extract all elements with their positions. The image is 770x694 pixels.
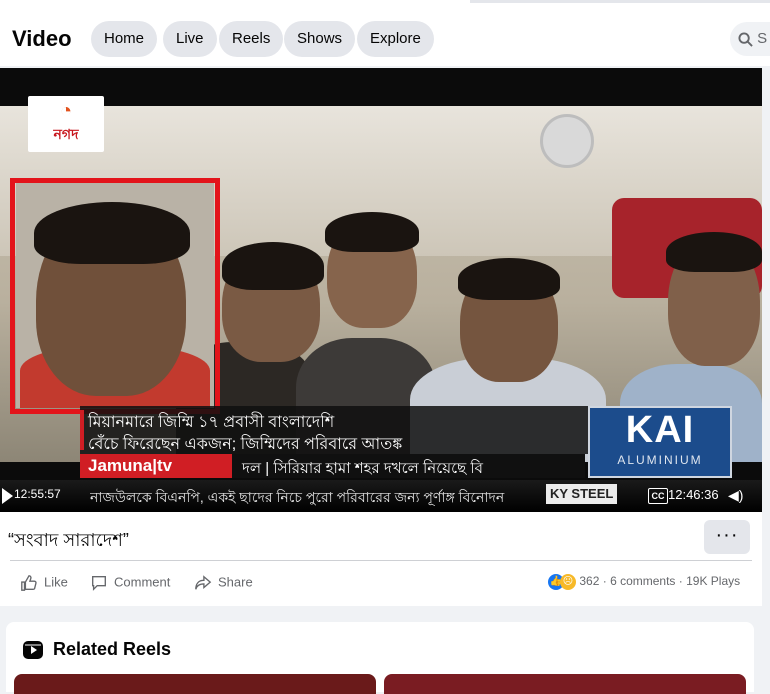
share-icon (195, 575, 212, 590)
divider (10, 560, 752, 561)
more-options-button[interactable]: ··· (704, 520, 750, 554)
sad-reaction-icon: ☹ (560, 574, 576, 590)
top-bar: Video Home Live Reels Shows Explore S (0, 0, 770, 66)
red-highlight-box (10, 178, 220, 414)
reel-thumbnail[interactable] (384, 674, 746, 694)
sponsor-logo: KAI ALUMINIUM (588, 406, 732, 478)
tab-live[interactable]: Live (163, 21, 217, 57)
logo-swirl-icon: ◔ (59, 100, 73, 122)
search-input[interactable]: S (730, 22, 770, 56)
related-reels-section: Related Reels (6, 622, 754, 694)
like-button[interactable]: Like (20, 574, 68, 592)
post-card: “সংবাদ সারাদেশ” ··· Like Comment Share 👍… (0, 512, 762, 606)
comment-count[interactable]: 6 comments (610, 574, 675, 588)
bottom-ticker: নাজউলকে বিএনপি, একই ছাদের নিচে পুরো পরিব… (90, 489, 505, 505)
stats-separator: · (602, 574, 611, 589)
reel-thumbnail[interactable] (14, 674, 376, 694)
ticker-text: দল | সিরিয়ার হামা শহর দখলে নিয়েছে বি (242, 460, 484, 477)
volume-icon[interactable]: ◀) (728, 487, 743, 504)
comment-label: Comment (114, 574, 171, 590)
video-controls: 12:55:57 নাজউলকে বিএনপি, একই ছাদের নিচে … (0, 480, 762, 512)
tab-explore[interactable]: Explore (357, 21, 434, 57)
sponsor-tagline: ALUMINIUM (617, 453, 703, 467)
tab-home[interactable]: Home (91, 21, 158, 57)
share-button[interactable]: Share (194, 574, 253, 592)
sponsor-name: KAI (625, 409, 695, 451)
search-label: S (757, 30, 768, 47)
tab-shows[interactable]: Shows (284, 21, 356, 57)
caption-accent (80, 410, 84, 450)
person-hair (666, 232, 762, 272)
share-label: Share (218, 574, 253, 590)
search-icon (738, 32, 753, 47)
channel-logo-text: নগদ (53, 126, 79, 142)
sponsor-2: KY STEEL (546, 484, 618, 504)
video-player[interactable]: ◔ নগদ মিয়ানমারে জিম্মি ১৭ প্রবাসী বাংলা… (0, 68, 762, 512)
duration: 12:46:36 (668, 487, 719, 502)
comment-icon (92, 576, 106, 591)
wall-fan (540, 114, 594, 168)
channel-logo: ◔ নগদ (28, 96, 104, 152)
person-hair (458, 258, 560, 300)
post-stats: 👍☹ 362 · 6 comments · 19K Plays (548, 574, 740, 590)
reels-icon (23, 641, 43, 659)
page-title: Video (12, 26, 72, 51)
top-edge-line (470, 0, 770, 3)
current-time: 12:55:57 (14, 487, 61, 501)
like-label: Like (44, 574, 68, 590)
related-reels-title: Related Reels (53, 639, 172, 659)
comment-button[interactable]: Comment (90, 574, 170, 592)
news-ticker: Jamuna|tv দল | সিরিয়ার হামা শহর দখলে নি… (80, 454, 585, 478)
caption-box: মিয়ানমারে জিম্মি ১৭ প্রবাসী বাংলাদেশি ব… (80, 406, 590, 454)
play-count: 19K Plays (686, 574, 741, 589)
thumbs-up-icon (21, 575, 37, 591)
play-icon[interactable] (2, 488, 13, 504)
person-hair (222, 242, 324, 290)
stats-separator: · (678, 574, 687, 589)
tab-reels[interactable]: Reels (219, 21, 284, 57)
post-title: “সংবাদ সারাদেশ” (8, 530, 129, 550)
person-hair (325, 212, 419, 252)
captions-button[interactable]: CC (648, 488, 668, 504)
reaction-count[interactable]: 362 (579, 574, 599, 588)
jamuna-tv-logo: Jamuna|tv (80, 454, 232, 478)
